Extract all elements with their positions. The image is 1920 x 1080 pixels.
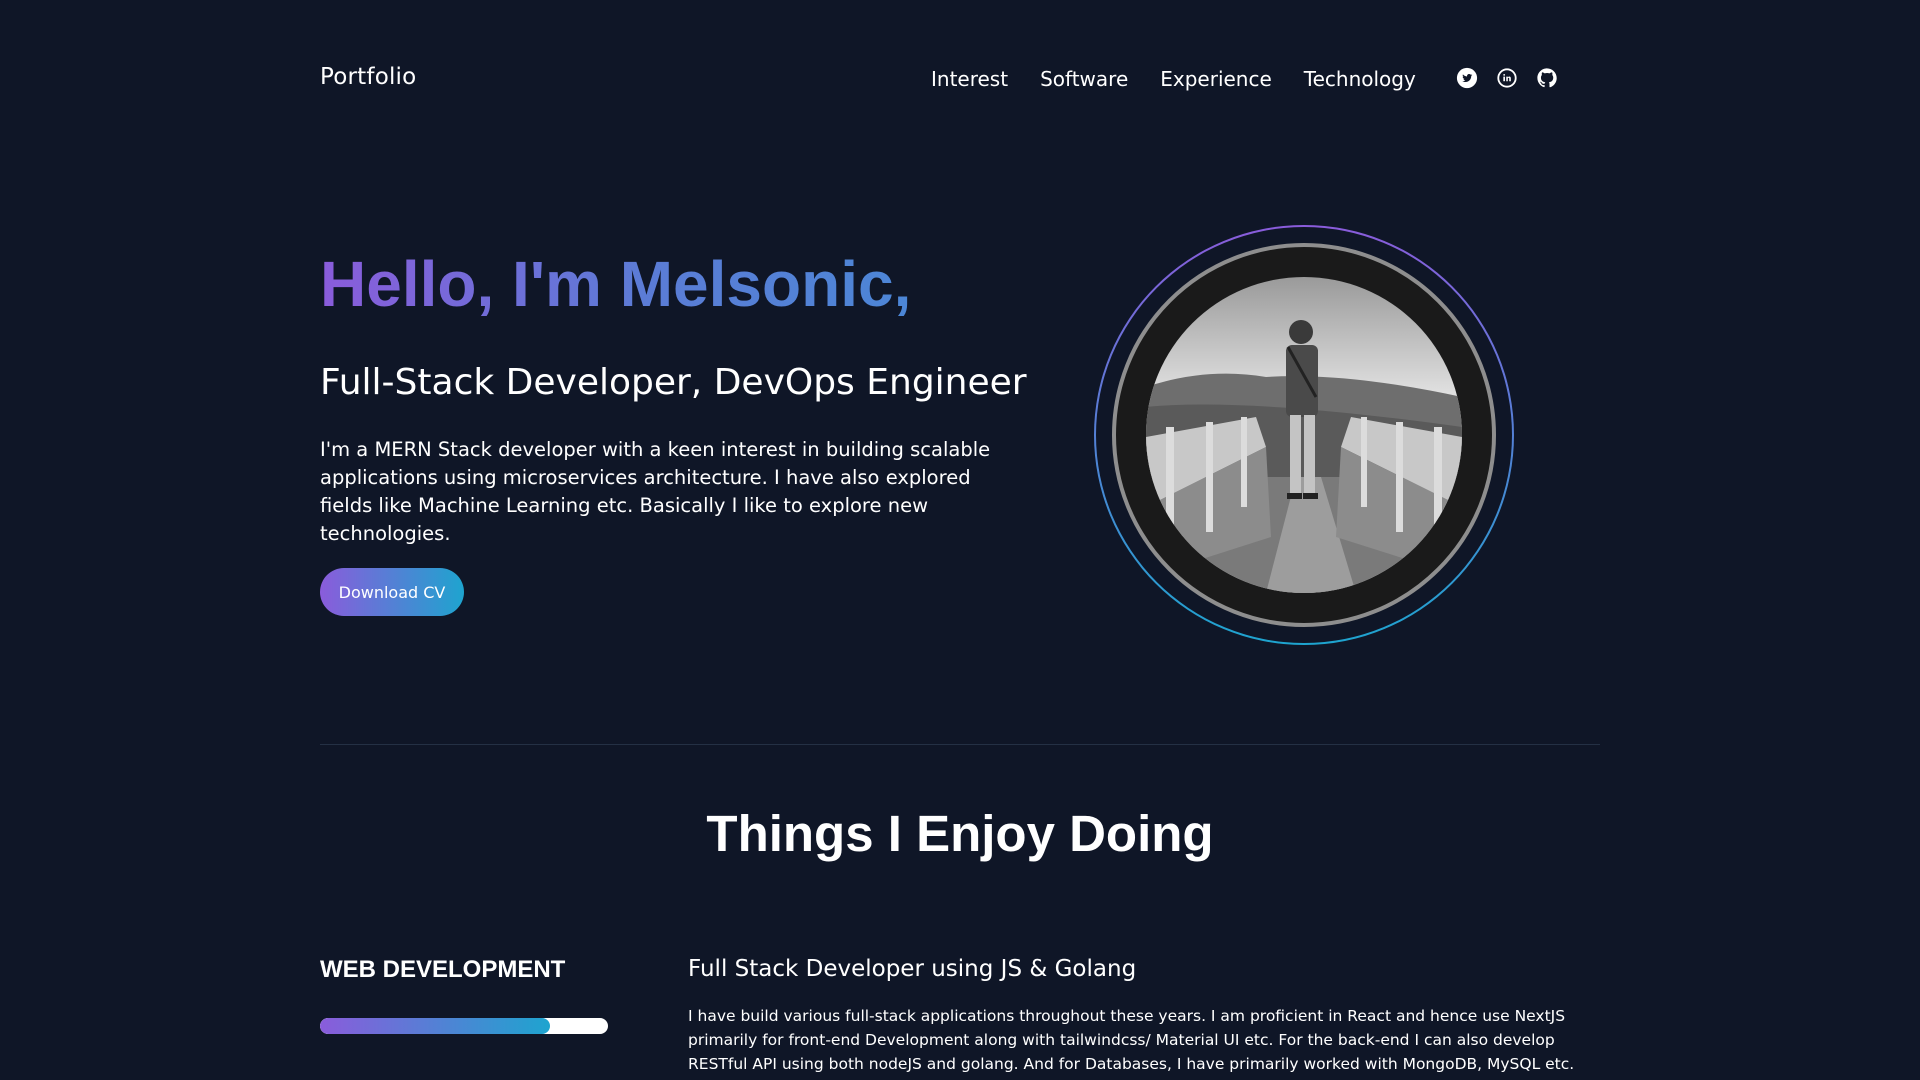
hero-role: Full-Stack Developer, DevOps Engineer xyxy=(320,362,1027,403)
skill-progress-fill xyxy=(320,1018,551,1034)
section-title: Things I Enjoy Doing xyxy=(706,805,1214,862)
avatar xyxy=(1094,225,1514,645)
nav-interest[interactable]: Interest xyxy=(931,67,1008,91)
portfolio-page: Portfolio Interest Software Experience T… xyxy=(0,0,1920,1080)
skill-progress-bar xyxy=(320,1018,608,1034)
linkedin-icon[interactable] xyxy=(1495,66,1519,90)
nav-experience[interactable]: Experience xyxy=(1160,67,1272,91)
github-icon[interactable] xyxy=(1535,66,1559,90)
skill-description: I have build various full-stack applicat… xyxy=(688,1007,1575,1080)
twitter-icon[interactable] xyxy=(1455,66,1479,90)
download-cv-button[interactable]: Download CV xyxy=(320,568,464,616)
main-nav: Interest Software Experience Technology xyxy=(931,67,1416,91)
nav-technology[interactable]: Technology xyxy=(1304,67,1416,91)
skill-name: WEB DEVELOPMENT xyxy=(320,956,566,983)
section-divider xyxy=(320,744,1600,745)
brand-logo[interactable]: Portfolio xyxy=(320,64,416,90)
hero-description: I'm a MERN Stack developer with a keen i… xyxy=(320,438,991,545)
skill-heading: Full Stack Developer using JS & Golang xyxy=(688,956,1137,982)
social-links xyxy=(1455,66,1559,90)
hero-greeting: Hello, I'm Melsonic, xyxy=(320,248,912,320)
profile-photo xyxy=(1146,277,1462,593)
nav-software[interactable]: Software xyxy=(1040,67,1128,91)
